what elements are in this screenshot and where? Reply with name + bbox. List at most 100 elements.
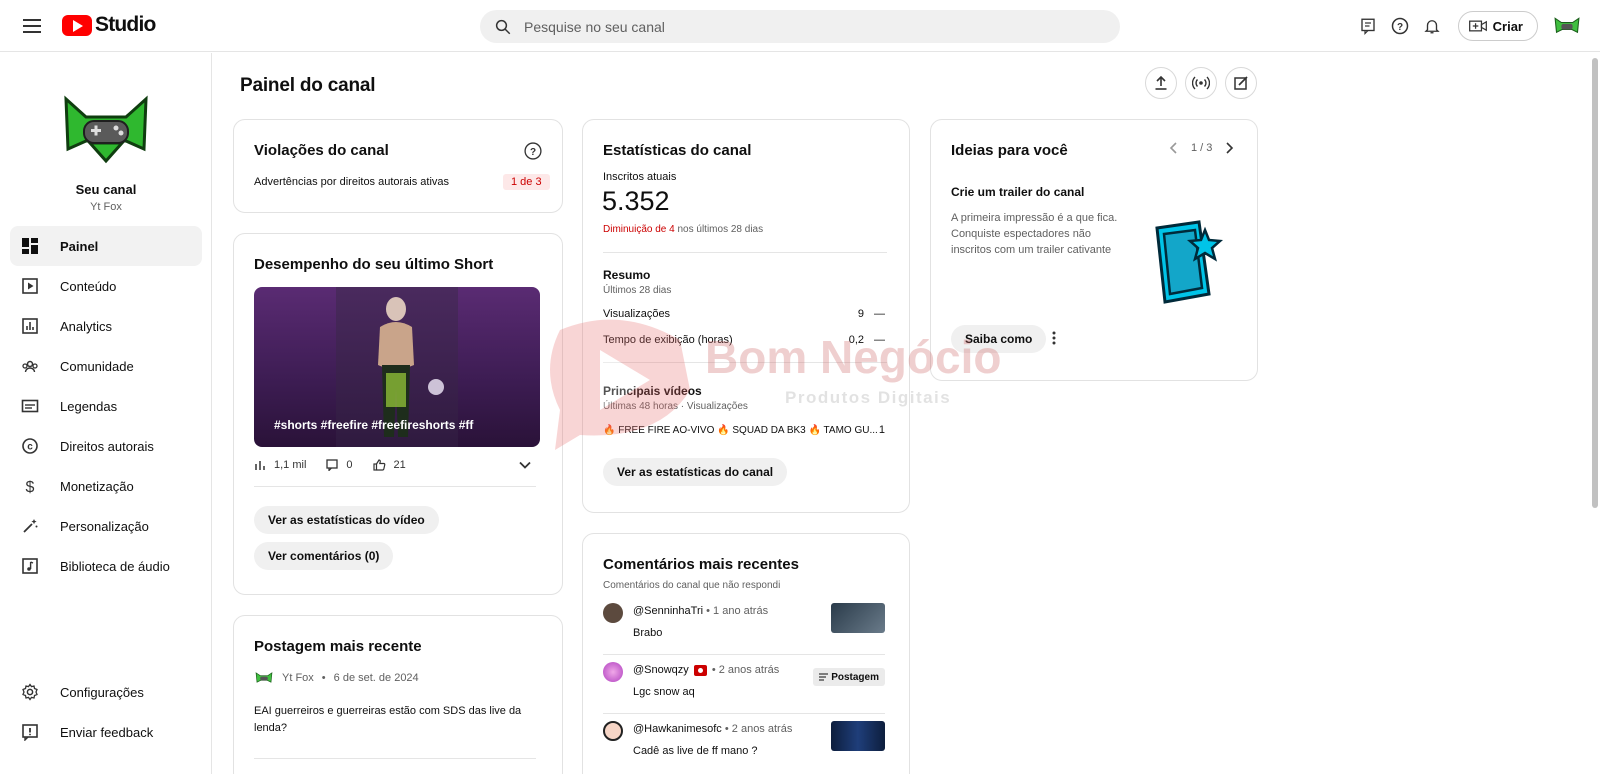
video-stats-button[interactable]: Ver as estatísticas do vídeo	[254, 506, 439, 534]
video-thumbnail[interactable]	[831, 721, 885, 751]
account-avatar[interactable]	[1552, 11, 1582, 41]
sidebar-item-conteudo[interactable]: Conteúdo	[10, 266, 202, 306]
sidebar-item-personalizacao[interactable]: Personalização	[10, 506, 202, 546]
logo-text: Studio	[95, 13, 156, 36]
comments-title: Comentários mais recentes	[603, 556, 799, 573]
sidebar-item-label: Direitos autorais	[60, 438, 154, 454]
commenter-name[interactable]: @Snowqzy	[633, 664, 689, 676]
create-post-button[interactable]	[1225, 67, 1257, 99]
channel-stats-card: Estatísticas do canal Inscritos atuais 5…	[582, 119, 910, 513]
comment-item[interactable]: @Hawkanimesofc • 2 anos atrás Cadê as li…	[603, 718, 885, 774]
sidebar: Seu canal Yt Fox Painel Conteúdo Analyti…	[0, 53, 212, 774]
sidebar-item-comunidade[interactable]: Comunidade	[10, 346, 202, 386]
search-input[interactable]	[524, 18, 1084, 35]
thumbs-up-icon	[372, 459, 385, 471]
chevron-left-icon[interactable]	[1169, 142, 1179, 154]
pager-label: 1 / 3	[1191, 142, 1213, 154]
comment-time: • 2 anos atrás	[724, 723, 793, 735]
latest-post-card: Postagem mais recente Yt Fox • 6 de set.…	[233, 615, 563, 774]
stats-title: Estatísticas do canal	[603, 142, 752, 159]
channel-avatar[interactable]	[60, 83, 152, 175]
view-comments-button[interactable]: Ver comentários (0)	[254, 542, 394, 570]
summary-period: Últimos 28 dias	[603, 285, 672, 296]
short-thumbnail[interactable]: #shorts #freefire #freefireshorts #ff	[254, 287, 540, 447]
top-video-row[interactable]: 🔥 FREE FIRE AO-VIVO 🔥 SQUAD DA BK3 🔥 TAM…	[603, 424, 885, 436]
commenter-avatar[interactable]	[603, 721, 623, 741]
sidebar-item-label: Analytics	[60, 318, 113, 334]
stat-row-views: Visualizações 9 —	[603, 308, 885, 320]
sidebar-item-label: Legendas	[60, 398, 118, 414]
post-title: Postagem mais recente	[254, 638, 422, 655]
divider	[254, 758, 536, 759]
comment-time: • 2 anos atrás	[711, 664, 780, 676]
edit-pencil-icon	[1234, 76, 1248, 90]
sidebar-item-direitos-autorais[interactable]: c Direitos autorais	[10, 426, 202, 466]
create-button[interactable]: Criar	[1457, 11, 1538, 41]
page-scrollbar[interactable]	[1592, 58, 1598, 508]
top-videos-title: Principais vídeos	[603, 384, 702, 398]
menu-icon[interactable]	[20, 14, 44, 38]
help-icon[interactable]: ?	[523, 141, 543, 164]
stat-value: 0,2	[848, 334, 864, 346]
magic-wand-icon	[20, 516, 40, 536]
ideas-pager: 1 / 3	[1169, 142, 1234, 154]
top-video-title: 🔥 FREE FIRE AO-VIVO 🔥 SQUAD DA BK3 🔥 TAM…	[603, 424, 878, 436]
dashboard-actions	[1145, 67, 1257, 99]
divider	[603, 362, 887, 363]
dollar-icon: $	[20, 476, 40, 496]
sidebar-item-analytics[interactable]: Analytics	[10, 306, 202, 346]
more-options-icon[interactable]	[1051, 330, 1057, 349]
video-thumbnail[interactable]	[831, 603, 885, 633]
chevron-right-icon[interactable]	[1224, 142, 1234, 154]
notifications-bell-icon[interactable]	[1416, 10, 1448, 42]
commenter-avatar[interactable]	[603, 662, 623, 682]
audio-library-icon	[20, 556, 40, 576]
comment-time: • 1 ano atrás	[706, 605, 769, 617]
commenter-name[interactable]: @SenninhaTri	[633, 605, 703, 617]
recent-comments-card: Comentários mais recentes Comentários do…	[582, 533, 910, 774]
divider	[603, 713, 885, 714]
comment-item[interactable]: @SenninhaTri • 1 ano atrás Brabo	[603, 600, 885, 658]
violations-card: Violações do canal ? Advertências por di…	[233, 119, 563, 213]
latest-short-card: Desempenho do seu último Short #shorts #…	[233, 233, 563, 595]
strike-badge[interactable]: 1 de 3	[503, 174, 550, 190]
sidebar-item-configuracoes[interactable]: Configurações	[10, 672, 202, 712]
short-likes: 21	[393, 459, 406, 471]
go-live-button[interactable]	[1185, 67, 1217, 99]
help-icon[interactable]: ?	[1384, 10, 1416, 42]
studio-logo[interactable]: Studio	[62, 13, 156, 37]
stat-label: Visualizações	[603, 308, 671, 320]
search-bar[interactable]	[480, 10, 1120, 43]
gear-icon	[20, 682, 40, 702]
sidebar-item-painel[interactable]: Painel	[10, 226, 202, 266]
messages-icon[interactable]	[1352, 10, 1384, 42]
sidebar-item-label: Conteúdo	[60, 278, 117, 294]
sidebar-item-label: Painel	[60, 238, 99, 254]
sidebar-item-enviar-feedback[interactable]: Enviar feedback	[10, 712, 202, 752]
post-badge[interactable]: Postagem	[813, 668, 885, 686]
post-author[interactable]: Yt Fox	[282, 672, 314, 684]
youtube-badge-icon	[693, 664, 707, 676]
comment-text: Cadê as live de ff mano ?	[633, 745, 758, 757]
commenter-avatar[interactable]	[603, 603, 623, 623]
channel-label: Seu canal	[75, 182, 137, 197]
sidebar-item-label: Configurações	[60, 684, 144, 700]
subs-change: Diminuição de 4 nos últimos 28 dias	[603, 224, 763, 235]
commenter-name[interactable]: @Hawkanimesofc	[633, 723, 722, 735]
content-icon	[20, 276, 40, 296]
violations-text: Advertências por direitos autorais ativa…	[254, 176, 450, 188]
stat-value: 9	[857, 308, 864, 320]
comment-item[interactable]: @Snowqzy • 2 anos atrás Lgc snow aq Post…	[603, 659, 885, 717]
upload-button[interactable]	[1145, 67, 1177, 99]
learn-how-button[interactable]: Saiba como	[951, 325, 1047, 353]
dashboard-icon	[20, 236, 40, 256]
views-bars-icon	[255, 461, 265, 470]
channel-stats-button[interactable]: Ver as estatísticas do canal	[603, 458, 788, 486]
sidebar-item-monetizacao[interactable]: $ Monetização	[10, 466, 202, 506]
svg-text:?: ?	[530, 147, 536, 158]
sidebar-item-legendas[interactable]: Legendas	[10, 386, 202, 426]
svg-text:$: $	[26, 479, 35, 495]
chevron-down-icon[interactable]	[518, 458, 532, 475]
sidebar-item-biblioteca-de-audio[interactable]: Biblioteca de áudio	[10, 546, 202, 586]
upload-icon	[1155, 75, 1167, 90]
